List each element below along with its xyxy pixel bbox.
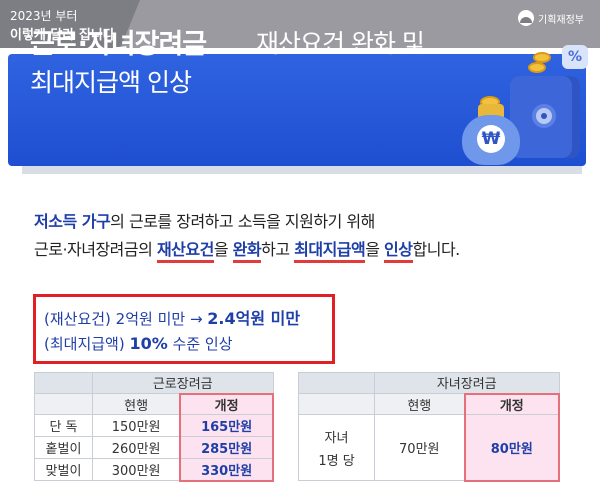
ministry-brand: 기획재정부 [518, 10, 584, 26]
intro-text: 을 [213, 240, 233, 259]
intro-emphasis: 재산요건 [156, 240, 214, 263]
banner-title-line2: 최대지급액 인상 [30, 68, 192, 97]
revised-value: 285만원 [179, 436, 274, 459]
table-corner [34, 372, 93, 394]
row-label-line: 1명 당 [318, 453, 355, 469]
intro-text: 의 근로를 장려하고 소득을 지원하기 위해 [110, 212, 375, 231]
safe-dial-icon [532, 104, 556, 128]
row-label: 맞벌이 [34, 458, 93, 481]
table-corner [298, 393, 375, 415]
banner-title-strong: 근로·자녀장려금 [30, 29, 207, 60]
intro-line-1: 저소득 가구의 근로를 장려하고 소득을 지원하기 위해 [34, 208, 375, 232]
percent-bubble-icon: % [562, 45, 588, 69]
intro-text: 근로·자녀장려금의 [34, 240, 157, 259]
intro-emphasis: 저소득 가구 [34, 212, 111, 231]
current-value: 300만원 [92, 458, 181, 481]
revised-value: 330만원 [179, 458, 274, 482]
intro-text: 하고 [261, 240, 295, 259]
child-incentive-table: 자녀장려금 현행 개정 자녀 1명 당 70만원 80만원 [298, 372, 561, 482]
table-row: 단 독 150만원 165만원 [34, 414, 274, 437]
current-value: 260만원 [92, 436, 181, 459]
intro-text: 을 [365, 240, 385, 259]
summary-line-asset: (재산요건) 2억원 미만 → 2.4억원 미만 [44, 305, 300, 329]
coin-icon [528, 62, 546, 73]
intro-text: 합니다. [412, 240, 461, 259]
intro-line-2: 근로·자녀장려금의 재산요건을 완화하고 최대지급액을 인상합니다. [34, 236, 461, 263]
col-revised: 개정 [463, 392, 561, 415]
revised-value: 80만원 [463, 414, 561, 482]
summary-text: (재산요건) 2억원 미만 → [44, 310, 208, 328]
ministry-name: 기획재정부 [538, 14, 584, 26]
table-corner [298, 372, 375, 394]
ministry-logo-icon [518, 10, 534, 26]
work-incentive-table: 근로장려금 현행 개정 단 독 150만원 165만원 홑벌이 260만원 28… [34, 372, 274, 482]
summary-emphasis: 2.4억원 미만 [207, 309, 301, 328]
table-row: 홑벌이 260만원 285만원 [34, 436, 274, 459]
summary-box: (재산요건) 2억원 미만 → 2.4억원 미만 (최대지급액) 10% 수준 … [33, 294, 335, 364]
col-current: 현행 [92, 393, 181, 415]
col-revised: 개정 [179, 392, 274, 415]
summary-text: 수준 인상 [167, 335, 233, 353]
table-title: 자녀장려금 [374, 372, 560, 394]
banner-title-rest: 재산요건 완화 및 [256, 29, 425, 58]
table-corner [34, 393, 93, 415]
revised-value: 165만원 [179, 414, 274, 437]
row-label: 홑벌이 [34, 436, 93, 459]
summary-emphasis: 10% [129, 334, 168, 353]
table-title: 근로장려금 [92, 372, 274, 394]
intro-emphasis: 인상 [384, 240, 413, 263]
won-symbol-icon: ₩ [477, 125, 505, 153]
intro-emphasis: 완화 [232, 240, 262, 263]
summary-line-max: (최대지급액) 10% 수준 인상 [44, 333, 233, 354]
row-label: 단 독 [34, 414, 93, 437]
col-current: 현행 [373, 393, 466, 415]
row-label: 자녀 1명 당 [298, 414, 375, 481]
current-value: 70만원 [373, 414, 466, 481]
intro-emphasis: 최대지급액 [294, 240, 366, 263]
table-row: 맞벌이 300만원 330만원 [34, 458, 274, 482]
row-label-line: 자녀 [324, 430, 349, 446]
current-value: 150만원 [92, 414, 181, 437]
table-row: 자녀 1명 당 70만원 80만원 [298, 414, 561, 482]
summary-text: (최대지급액) [44, 335, 130, 353]
